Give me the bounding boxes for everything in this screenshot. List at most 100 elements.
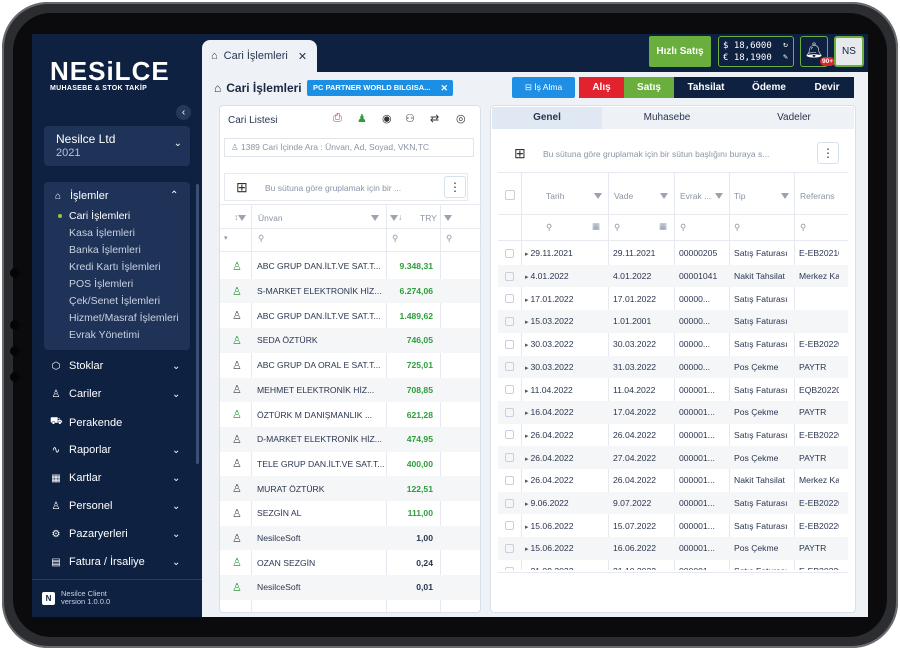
- table-row[interactable]: ♙ ABC GRUP DA ORAL E SAT.T... 725,01: [220, 353, 480, 378]
- filter-icon[interactable]: [781, 190, 789, 200]
- filter-icon[interactable]: [371, 212, 379, 222]
- table-row[interactable]: ▸ 15.06.2022 15.07.2022 000001... Satış Fat…: [498, 514, 848, 537]
- transfer-icon[interactable]: ⇄: [430, 112, 439, 125]
- nav-kartlar[interactable]: ▦ Kartlar ⌄: [50, 472, 192, 484]
- table-row[interactable]: ♙ SEDA ÖZTÜRK 746,05: [220, 328, 480, 353]
- table-row[interactable]: ▸ 30.03.2022 30.03.2022 00000... Satış Fatu…: [498, 333, 848, 356]
- table-row[interactable]: ▸ 16.04.2022 17.04.2022 000001... Pos Çekme…: [498, 400, 848, 424]
- filter-icon[interactable]: [594, 190, 602, 200]
- row-checkbox[interactable]: [498, 248, 521, 258]
- close-icon[interactable]: ✕: [298, 50, 307, 63]
- calendar-icon[interactable]: ▦: [659, 221, 667, 232]
- table-row[interactable]: ♙ S-MARKET ELEKTRONİK HİZ... 6.274,06: [220, 278, 480, 304]
- row-checkbox[interactable]: [498, 498, 521, 508]
- user-avatar[interactable]: NS: [834, 36, 864, 67]
- table-row[interactable]: ▸ 26.04.2022 27.04.2022 000001... Pos Çekme…: [498, 446, 848, 469]
- grid-icon[interactable]: ⊞: [236, 180, 248, 194]
- select-all-checkbox[interactable]: [505, 190, 515, 200]
- calendar-icon[interactable]: ▦: [592, 221, 600, 232]
- column-header-unvan[interactable]: Ünvan: [258, 213, 283, 223]
- filter-icon[interactable]: [660, 190, 668, 200]
- search-icon[interactable]: ⚲: [800, 222, 806, 233]
- edit-icon[interactable]: ✎: [783, 51, 788, 63]
- table-row[interactable]: ♙ MEHMET ELEKTRONİK HİZ... 708,85: [220, 377, 480, 403]
- row-checkbox[interactable]: [498, 362, 521, 372]
- quick-sale-button[interactable]: Hızlı Satış: [649, 36, 711, 67]
- search-icon[interactable]: ⚲: [392, 233, 398, 244]
- row-checkbox[interactable]: [498, 543, 521, 553]
- table-row[interactable]: ♙ ABC GRUP DAN.İLT.VE SAT.T... 9.348,31: [220, 254, 480, 279]
- table-row[interactable]: ♙ NesilceSoft 0,01: [220, 575, 480, 600]
- tab-cari-islemleri[interactable]: ⌂ Cari İşlemleri ✕: [202, 40, 317, 72]
- row-checkbox[interactable]: [498, 316, 521, 326]
- nav-kasa-islemleri[interactable]: Kasa İşlemleri: [58, 227, 135, 239]
- table-row[interactable]: ♙ MURAT ÖZTÜRK 122,51: [220, 476, 480, 501]
- row-checkbox[interactable]: [498, 385, 521, 395]
- company-selector[interactable]: Nesilce Ltd 2021 ⌄: [44, 126, 190, 166]
- table-row[interactable]: ▸ 11.04.2022 11.04.2022 000001... Satış Fat…: [498, 378, 848, 401]
- user-circle-icon[interactable]: ◉: [382, 112, 392, 125]
- table-row[interactable]: ▸ 29.11.2021 29.11.2021 00000205 Satış Fatu…: [498, 242, 848, 265]
- search-icon[interactable]: ⚲: [446, 233, 452, 244]
- nav-hizmet-masraf-islemleri[interactable]: Hizmet/Masraf İşlemleri: [58, 312, 179, 324]
- devir-button[interactable]: Devir: [800, 77, 854, 98]
- printer-icon[interactable]: ⎙: [333, 112, 342, 125]
- table-row[interactable]: ▸ 17.01.2022 17.01.2022 00000... Satış Fatu…: [498, 287, 848, 310]
- table-row[interactable]: ▸ 30.03.2022 31.03.2022 00000... Pos Çekme P…: [498, 355, 848, 379]
- table-row[interactable]: ▸ 15.06.2022 16.06.2022 000001... Pos Çekme…: [498, 537, 848, 560]
- search-icon[interactable]: ⚲: [614, 222, 620, 233]
- is-alma-button[interactable]: ⊟ İş Alma: [512, 77, 575, 98]
- nav-raporlar[interactable]: ∿ Raporlar ⌄: [50, 444, 192, 456]
- nav-pos-islemleri[interactable]: POS İşlemleri: [58, 278, 133, 290]
- table-row[interactable]: ▸ 26.04.2022 26.04.2022 000001... Satış Fat…: [498, 424, 848, 447]
- search-icon[interactable]: ⚲: [680, 222, 686, 233]
- satis-button[interactable]: Satış: [624, 77, 674, 98]
- nav-fatura-irsaliye[interactable]: ▤ Fatura / İrsaliye ⌄: [50, 556, 192, 568]
- filter-icon[interactable]: [715, 190, 723, 200]
- table-row[interactable]: ♙ ABC GRUP DAN.İLT.VE SAT.T... 1.489,62: [220, 303, 480, 328]
- row-checkbox[interactable]: [498, 430, 521, 440]
- column-header-tip[interactable]: Tip: [734, 191, 746, 201]
- filter-icon[interactable]: [444, 212, 452, 222]
- sort-icon[interactable]: ↕: [234, 212, 247, 222]
- nav-perakende[interactable]: ⛟ Perakende: [50, 416, 192, 429]
- row-checkbox[interactable]: [498, 453, 521, 463]
- row-checkbox[interactable]: [498, 521, 521, 531]
- nav-evrak-yonetimi[interactable]: Evrak Yönetimi: [58, 329, 139, 341]
- nav-cariler[interactable]: ♙ Cariler ⌄: [50, 388, 192, 400]
- sidebar-scrollbar[interactable]: [196, 184, 199, 464]
- table-row[interactable]: ▸ 15.03.2022 1.01.2001 00000... Satış Fatur…: [498, 310, 848, 333]
- table-row[interactable]: ▸ 21.09.202221.10.2022000001...Satış Fat…: [498, 560, 848, 570]
- table-row[interactable]: ♙ SEZGİN AL 111,00: [220, 501, 480, 526]
- search-icon[interactable]: ⚲: [546, 222, 552, 233]
- column-header-try[interactable]: TRY: [420, 213, 437, 223]
- row-checkbox[interactable]: [498, 294, 521, 304]
- refresh-icon[interactable]: ↻: [783, 39, 788, 51]
- search-icon[interactable]: ⚲: [734, 222, 740, 233]
- table-row[interactable]: ♙ NesilceSoft 1,00: [220, 525, 480, 551]
- more-options-button[interactable]: ⋮: [444, 176, 466, 198]
- tab-vadeler[interactable]: Vadeler: [739, 107, 849, 129]
- close-icon[interactable]: ✕: [440, 80, 448, 96]
- sort-filter-icon[interactable]: ↓: [390, 212, 402, 222]
- users-icon[interactable]: ⚇: [405, 112, 415, 125]
- table-row[interactable]: ♙ D-MARKET ELEKTRONİK HİZ... 474,95: [220, 426, 480, 452]
- table-row[interactable]: ♙ TELE GRUP DAN.İLT.VE SAT.T... 400,00: [220, 452, 480, 477]
- table-row[interactable]: ▸ 26.04.2022 26.04.2022 000001... Nakit Tah…: [498, 469, 848, 492]
- nav-stoklar[interactable]: ⬡ Stoklar ⌄: [50, 360, 192, 372]
- table-row[interactable]: ▸ 9.06.2022 9.07.2022 000001... Satış Fatur…: [498, 491, 848, 515]
- alis-button[interactable]: Alış: [579, 77, 624, 98]
- nav-cek-senet-islemleri[interactable]: Çek/Senet İşlemleri: [58, 295, 160, 307]
- selected-account-chip[interactable]: PC PARTNER WORLD BILGISA... ✕: [307, 80, 453, 96]
- nav-islemler[interactable]: ⌂ İşlemler ⌃: [52, 190, 178, 202]
- notifications-button[interactable]: 🔔︎ 90+: [800, 36, 836, 67]
- row-checkbox[interactable]: [498, 407, 521, 417]
- search-icon[interactable]: ⚲: [258, 233, 264, 244]
- column-header-referans[interactable]: Referans: [800, 191, 835, 201]
- table-row[interactable]: ♙ ÖZTÜRK M DANIŞMANLIK ... 621,28: [220, 402, 480, 427]
- column-header-tarih[interactable]: Tarih: [546, 191, 564, 201]
- table-row[interactable]: ▸ 4.01.2022 4.01.2022 00001041 Nakit Tahsil…: [498, 264, 848, 288]
- odeme-button[interactable]: Ödeme: [738, 77, 800, 98]
- refresh-icon[interactable]: ◎: [456, 112, 466, 125]
- row-checkbox[interactable]: [498, 566, 521, 570]
